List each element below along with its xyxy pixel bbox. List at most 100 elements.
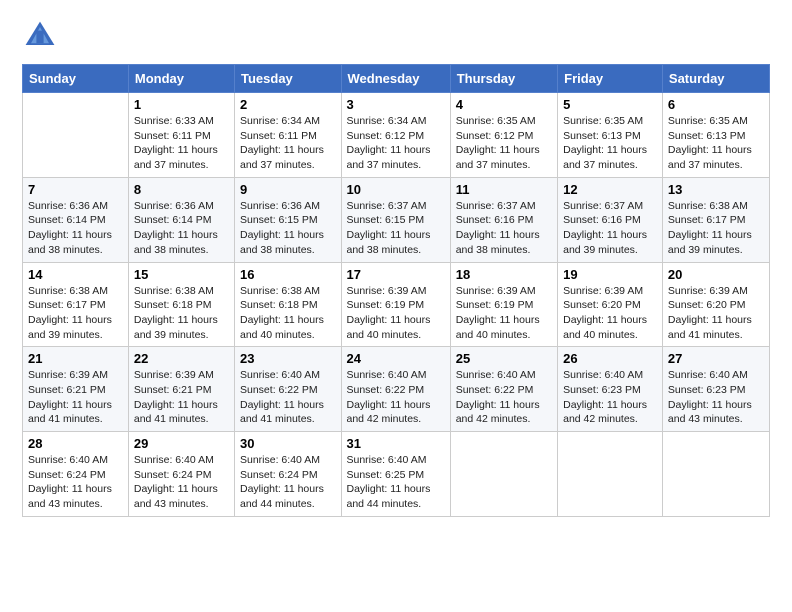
day-number: 16 <box>240 267 336 282</box>
day-number: 2 <box>240 97 336 112</box>
calendar-table: SundayMondayTuesdayWednesdayThursdayFrid… <box>22 64 770 517</box>
calendar-cell: 4 Sunrise: 6:35 AM Sunset: 6:12 PM Daylig… <box>450 93 557 178</box>
day-info: Sunrise: 6:39 AM Sunset: 6:19 PM Dayligh… <box>456 285 540 341</box>
day-number: 7 <box>28 182 123 197</box>
day-info: Sunrise: 6:40 AM Sunset: 6:23 PM Dayligh… <box>668 369 752 425</box>
day-info: Sunrise: 6:40 AM Sunset: 6:24 PM Dayligh… <box>240 454 324 510</box>
day-number: 12 <box>563 182 657 197</box>
logo-icon <box>22 18 58 54</box>
header-cell-wednesday: Wednesday <box>341 65 450 93</box>
calendar-cell: 7 Sunrise: 6:36 AM Sunset: 6:14 PM Daylig… <box>23 177 129 262</box>
day-info: Sunrise: 6:40 AM Sunset: 6:25 PM Dayligh… <box>347 454 431 510</box>
day-info: Sunrise: 6:37 AM Sunset: 6:16 PM Dayligh… <box>563 200 647 256</box>
day-number: 28 <box>28 436 123 451</box>
day-number: 22 <box>134 351 229 366</box>
calendar-cell <box>662 432 769 517</box>
day-info: Sunrise: 6:40 AM Sunset: 6:22 PM Dayligh… <box>456 369 540 425</box>
day-number: 20 <box>668 267 764 282</box>
day-info: Sunrise: 6:39 AM Sunset: 6:21 PM Dayligh… <box>28 369 112 425</box>
day-info: Sunrise: 6:37 AM Sunset: 6:16 PM Dayligh… <box>456 200 540 256</box>
calendar-cell <box>23 93 129 178</box>
header <box>22 18 770 54</box>
calendar-cell: 22 Sunrise: 6:39 AM Sunset: 6:21 PM Dayli… <box>128 347 234 432</box>
day-info: Sunrise: 6:38 AM Sunset: 6:17 PM Dayligh… <box>28 285 112 341</box>
week-row-4: 28 Sunrise: 6:40 AM Sunset: 6:24 PM Dayli… <box>23 432 770 517</box>
day-info: Sunrise: 6:35 AM Sunset: 6:13 PM Dayligh… <box>668 115 752 171</box>
calendar-cell: 13 Sunrise: 6:38 AM Sunset: 6:17 PM Dayli… <box>662 177 769 262</box>
calendar-cell: 5Sunrise: 6:35 AM Sunset: 6:13 PM Daylig… <box>558 93 663 178</box>
day-number: 4 <box>456 97 552 112</box>
calendar-cell: 30 Sunrise: 6:40 AM Sunset: 6:24 PM Dayli… <box>235 432 342 517</box>
day-info: Sunrise: 6:39 AM Sunset: 6:19 PM Dayligh… <box>347 285 431 341</box>
calendar-cell: 2 Sunrise: 6:34 AM Sunset: 6:11 PM Daylig… <box>235 93 342 178</box>
calendar-cell: 24 Sunrise: 6:40 AM Sunset: 6:22 PM Dayli… <box>341 347 450 432</box>
calendar-cell: 27Sunrise: 6:40 AM Sunset: 6:23 PM Dayli… <box>662 347 769 432</box>
header-cell-sunday: Sunday <box>23 65 129 93</box>
calendar-cell: 11 Sunrise: 6:37 AM Sunset: 6:16 PM Dayli… <box>450 177 557 262</box>
header-cell-thursday: Thursday <box>450 65 557 93</box>
day-info: Sunrise: 6:38 AM Sunset: 6:18 PM Dayligh… <box>134 285 218 341</box>
calendar-cell <box>558 432 663 517</box>
day-number: 23 <box>240 351 336 366</box>
week-row-0: 1 Sunrise: 6:33 AM Sunset: 6:11 PM Daylig… <box>23 93 770 178</box>
calendar-cell: 23 Sunrise: 6:40 AM Sunset: 6:22 PM Dayli… <box>235 347 342 432</box>
day-number: 9 <box>240 182 336 197</box>
day-number: 24 <box>347 351 445 366</box>
day-info: Sunrise: 6:39 AM Sunset: 6:20 PM Dayligh… <box>668 285 752 341</box>
day-info: Sunrise: 6:40 AM Sunset: 6:22 PM Dayligh… <box>240 369 324 425</box>
day-info: Sunrise: 6:40 AM Sunset: 6:24 PM Dayligh… <box>28 454 112 510</box>
day-info: Sunrise: 6:37 AM Sunset: 6:15 PM Dayligh… <box>347 200 431 256</box>
logo <box>22 18 64 54</box>
day-number: 11 <box>456 182 552 197</box>
week-row-1: 7 Sunrise: 6:36 AM Sunset: 6:14 PM Daylig… <box>23 177 770 262</box>
calendar-cell: 31Sunrise: 6:40 AM Sunset: 6:25 PM Dayli… <box>341 432 450 517</box>
day-info: Sunrise: 6:39 AM Sunset: 6:21 PM Dayligh… <box>134 369 218 425</box>
week-row-3: 21Sunrise: 6:39 AM Sunset: 6:21 PM Dayli… <box>23 347 770 432</box>
day-number: 6 <box>668 97 764 112</box>
day-info: Sunrise: 6:40 AM Sunset: 6:23 PM Dayligh… <box>563 369 647 425</box>
day-info: Sunrise: 6:34 AM Sunset: 6:11 PM Dayligh… <box>240 115 324 171</box>
day-number: 17 <box>347 267 445 282</box>
day-number: 29 <box>134 436 229 451</box>
calendar-cell: 16 Sunrise: 6:38 AM Sunset: 6:18 PM Dayli… <box>235 262 342 347</box>
day-number: 26 <box>563 351 657 366</box>
calendar-cell: 26 Sunrise: 6:40 AM Sunset: 6:23 PM Dayli… <box>558 347 663 432</box>
calendar-cell: 19Sunrise: 6:39 AM Sunset: 6:20 PM Dayli… <box>558 262 663 347</box>
day-number: 13 <box>668 182 764 197</box>
calendar-cell <box>450 432 557 517</box>
day-info: Sunrise: 6:38 AM Sunset: 6:17 PM Dayligh… <box>668 200 752 256</box>
calendar-cell: 17 Sunrise: 6:39 AM Sunset: 6:19 PM Dayli… <box>341 262 450 347</box>
day-info: Sunrise: 6:40 AM Sunset: 6:22 PM Dayligh… <box>347 369 431 425</box>
week-row-2: 14 Sunrise: 6:38 AM Sunset: 6:17 PM Dayli… <box>23 262 770 347</box>
day-info: Sunrise: 6:36 AM Sunset: 6:14 PM Dayligh… <box>28 200 112 256</box>
page: SundayMondayTuesdayWednesdayThursdayFrid… <box>0 0 792 612</box>
day-info: Sunrise: 6:39 AM Sunset: 6:20 PM Dayligh… <box>563 285 647 341</box>
calendar-cell: 1 Sunrise: 6:33 AM Sunset: 6:11 PM Daylig… <box>128 93 234 178</box>
calendar-cell: 8Sunrise: 6:36 AM Sunset: 6:14 PM Daylig… <box>128 177 234 262</box>
day-info: Sunrise: 6:38 AM Sunset: 6:18 PM Dayligh… <box>240 285 324 341</box>
day-number: 14 <box>28 267 123 282</box>
day-info: Sunrise: 6:33 AM Sunset: 6:11 PM Dayligh… <box>134 115 218 171</box>
day-info: Sunrise: 6:36 AM Sunset: 6:15 PM Dayligh… <box>240 200 324 256</box>
day-number: 18 <box>456 267 552 282</box>
day-number: 1 <box>134 97 229 112</box>
calendar-cell: 29Sunrise: 6:40 AM Sunset: 6:24 PM Dayli… <box>128 432 234 517</box>
calendar-cell: 3Sunrise: 6:34 AM Sunset: 6:12 PM Daylig… <box>341 93 450 178</box>
day-info: Sunrise: 6:35 AM Sunset: 6:12 PM Dayligh… <box>456 115 540 171</box>
day-number: 15 <box>134 267 229 282</box>
calendar-cell: 28 Sunrise: 6:40 AM Sunset: 6:24 PM Dayli… <box>23 432 129 517</box>
header-cell-friday: Friday <box>558 65 663 93</box>
day-number: 5 <box>563 97 657 112</box>
header-cell-monday: Monday <box>128 65 234 93</box>
calendar-cell: 10 Sunrise: 6:37 AM Sunset: 6:15 PM Dayli… <box>341 177 450 262</box>
header-row: SundayMondayTuesdayWednesdayThursdayFrid… <box>23 65 770 93</box>
calendar-cell: 12 Sunrise: 6:37 AM Sunset: 6:16 PM Dayli… <box>558 177 663 262</box>
calendar-cell: 9 Sunrise: 6:36 AM Sunset: 6:15 PM Daylig… <box>235 177 342 262</box>
calendar-cell: 6 Sunrise: 6:35 AM Sunset: 6:13 PM Daylig… <box>662 93 769 178</box>
day-info: Sunrise: 6:34 AM Sunset: 6:12 PM Dayligh… <box>347 115 431 171</box>
calendar-cell: 21Sunrise: 6:39 AM Sunset: 6:21 PM Dayli… <box>23 347 129 432</box>
day-number: 10 <box>347 182 445 197</box>
calendar-cell: 14 Sunrise: 6:38 AM Sunset: 6:17 PM Dayli… <box>23 262 129 347</box>
calendar-cell: 18 Sunrise: 6:39 AM Sunset: 6:19 PM Dayli… <box>450 262 557 347</box>
day-number: 30 <box>240 436 336 451</box>
